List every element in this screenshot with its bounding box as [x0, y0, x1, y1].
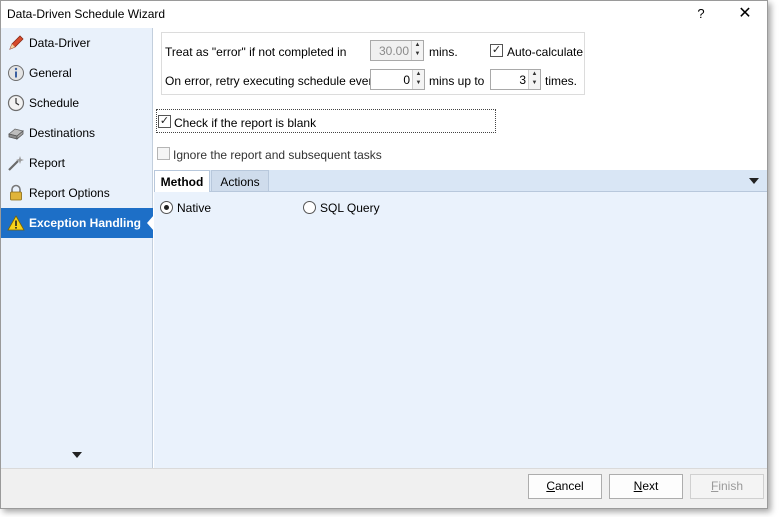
sidebar-item-label: Report: [29, 156, 66, 170]
close-button[interactable]: ✕: [734, 4, 756, 24]
spin-up-icon[interactable]: ▲: [413, 70, 424, 79]
info-icon: [8, 65, 24, 81]
check-report-blank-row[interactable]: ✓ Check if the report is blank: [156, 109, 496, 133]
wand-icon: [8, 156, 24, 171]
retry-times-stepper[interactable]: 3 ▲ ▼: [490, 69, 541, 90]
sidebar-item-general[interactable]: General: [1, 58, 153, 88]
check-report-blank-label: Check if the report is blank: [174, 116, 317, 130]
help-button[interactable]: ?: [691, 4, 711, 24]
exception-handling-panel: Treat as "error" if not completed in 30.…: [154, 28, 767, 468]
sql-query-label: SQL Query: [320, 201, 380, 215]
retry-every-value: 0: [403, 73, 410, 87]
timeout-minutes-value: 30.00: [378, 44, 409, 58]
sql-query-radio[interactable]: [303, 201, 316, 214]
sidebar-item-schedule[interactable]: Schedule: [1, 88, 153, 118]
timeout-minutes-stepper[interactable]: 30.00 ▲ ▼: [370, 40, 424, 61]
sidebar-item-label: Report Options: [29, 186, 110, 200]
warning-icon: [7, 215, 25, 231]
sidebar-item-exception-handling[interactable]: Exception Handling: [1, 208, 154, 238]
finish-button[interactable]: Finish: [690, 474, 764, 499]
cancel-button[interactable]: Cancel: [528, 474, 602, 499]
tab-menu-dropdown-icon[interactable]: [749, 177, 759, 185]
mins-up-to-label: mins up to: [429, 74, 485, 88]
window-title: Data-Driven Schedule Wizard: [7, 7, 166, 21]
auto-calculate-label: Auto-calculate: [507, 45, 584, 59]
retry-label: On error, retry executing schedule every: [165, 74, 379, 88]
spin-down-icon[interactable]: ▼: [529, 79, 540, 88]
sidebar-item-label: General: [29, 66, 72, 80]
lock-icon: [10, 184, 22, 201]
sidebar-item-label: Data-Driver: [29, 36, 91, 50]
sidebar-item-report[interactable]: Report: [1, 148, 153, 178]
title-bar: Data-Driven Schedule Wizard ? ✕: [1, 1, 767, 28]
spin-up-icon[interactable]: ▲: [529, 70, 540, 79]
wizard-window: Data-Driven Schedule Wizard ? ✕ Data-Dri…: [0, 0, 768, 509]
scroll-down-arrow-icon[interactable]: [71, 450, 83, 460]
treat-as-error-label: Treat as "error" if not completed in: [165, 45, 347, 59]
sidebar-item-report-options[interactable]: Report Options: [1, 178, 153, 208]
ignore-report-checkbox[interactable]: [157, 147, 170, 160]
sidebar-item-label: Exception Handling: [29, 216, 142, 230]
retry-every-stepper[interactable]: 0 ▲ ▼: [370, 69, 425, 90]
pencil-icon: [9, 35, 24, 50]
tab-method[interactable]: Method: [154, 170, 210, 193]
tab-actions[interactable]: Actions: [211, 170, 269, 192]
native-radio[interactable]: [160, 201, 173, 214]
method-tab-panel: Native SQL Query: [154, 192, 767, 468]
check-report-blank-checkbox[interactable]: ✓: [158, 115, 171, 128]
spin-up-icon[interactable]: ▲: [412, 41, 423, 50]
spin-down-icon[interactable]: ▼: [413, 79, 424, 88]
next-button[interactable]: Next: [609, 474, 683, 499]
tab-strip: Method Actions: [154, 170, 767, 193]
mins-label: mins.: [429, 45, 458, 59]
auto-calculate-checkbox[interactable]: ✓: [490, 44, 503, 57]
ignore-report-row[interactable]: Ignore the report and subsequent tasks: [156, 145, 496, 163]
sidebar-item-label: Destinations: [29, 126, 96, 140]
timeout-settings-group: Treat as "error" if not completed in 30.…: [161, 32, 585, 95]
drive-icon: [8, 128, 24, 140]
sidebar-item-data-driver[interactable]: Data-Driver: [1, 28, 153, 58]
times-label: times.: [545, 74, 578, 88]
retry-times-value: 3: [519, 73, 526, 87]
native-label: Native: [177, 201, 212, 215]
sidebar-item-label: Schedule: [29, 96, 80, 110]
clock-icon: [7, 94, 25, 112]
spin-down-icon[interactable]: ▼: [412, 50, 423, 59]
sidebar: Data-Driver General Schedule Destination…: [1, 28, 154, 468]
sidebar-item-destinations[interactable]: Destinations: [1, 118, 153, 148]
ignore-report-label: Ignore the report and subsequent tasks: [173, 148, 382, 162]
wizard-footer: Cancel Next Finish: [1, 468, 767, 508]
